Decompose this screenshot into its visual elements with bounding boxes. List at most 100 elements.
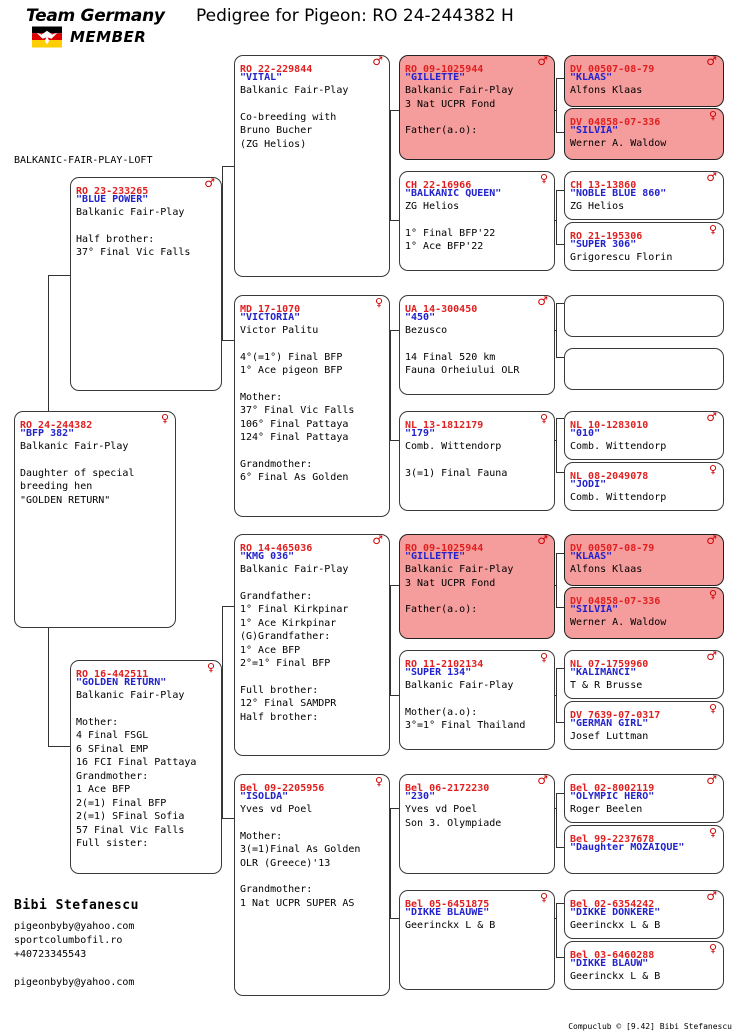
male-symbol-icon: ♂ [706, 650, 717, 663]
connector [222, 166, 234, 167]
card-header: Bel 03-6460288 ♀ [565, 942, 723, 961]
detail-line: 1 Nat UCPR SUPER AS [240, 897, 355, 909]
pedigree-card-gen4-15[interactable]: Bel 02-6354242 ♂ "DIKKE DONKERE" Geerinckx … [564, 890, 724, 939]
pedigree-card-gen4-14[interactable]: Bel 99-2237678 ♀ "Daughter MOZAIQUE" [564, 825, 724, 874]
male-symbol-icon: ♂ [706, 890, 717, 903]
detail-line: Victor Palitu [240, 325, 319, 336]
detail-line: Son 3. Olympiade [405, 817, 502, 829]
card-header: CH 13-13860 ♂ [565, 172, 723, 191]
connector [556, 903, 564, 904]
male-symbol-icon: ♂ [537, 534, 548, 547]
pedigree-card-gen2-b[interactable]: MD 17-1070 ♀ "VICTORIA" Victor Palitu 4°(=1°… [234, 295, 390, 517]
pedigree-card-gen2-d[interactable]: Bel 09-2205956 ♀ "ISOLDA" Yves vd Poel Mothe… [234, 774, 390, 996]
ring-number: DV 04858-07-336 [570, 596, 661, 607]
female-symbol-icon: ♀ [708, 702, 717, 715]
detail-line: 3 Nat UCPR Fond [405, 577, 496, 589]
card-header: Bel 06-2172230 ♂ [400, 775, 554, 794]
connector [556, 418, 564, 419]
detail-line: 4 Final FSGL [76, 730, 149, 741]
pedigree-card-gen3-7[interactable]: Bel 06-2172230 ♂ "230" Yves vd Poel Son 3. O… [399, 774, 555, 874]
card-details: Geerinckx L & B [400, 919, 554, 933]
card-header: DV 00507-08-79 ♂ [565, 535, 723, 554]
card-details: Alfons Klaas [565, 563, 723, 577]
ring-number: Bel 03-6460288 [570, 950, 655, 961]
pedigree-card-subject[interactable]: RO 24-244382 ♀ "BFP 382" Balkanic Fair-Play… [14, 411, 176, 628]
detail-line: Bezusco [405, 325, 448, 336]
card-details: Balkanic Fair-Play Half brother: 37° Final… [71, 206, 221, 260]
pedigree-card-gen4-3[interactable]: CH 13-13860 ♂ "NOBLE BLUE 860" ZG Helios [564, 171, 724, 220]
card-header: RO 16-442511 ♀ [71, 661, 221, 680]
female-symbol-icon: ♀ [708, 223, 717, 236]
pedigree-card-gen4-9[interactable]: DV 00507-08-79 ♂ "KLAAS" Alfons Klaas [564, 534, 724, 586]
ring-number: NL 08-2049078 [570, 471, 649, 482]
pedigree-card-gen3-3[interactable]: UA 14-300450 ♂ "450" Bezusco 14 Final 520 km… [399, 295, 555, 395]
detail-line: Yves vd Poel [240, 804, 313, 815]
ring-number: Bel 05-6451875 [405, 899, 490, 910]
pedigree-card-gen2-a[interactable]: RO 22-229844 ♂ "VITAL" Balkanic Fair-Play Co… [234, 55, 390, 277]
pedigree-card-gen4-13[interactable]: Bel 02-8002119 ♂ "OLYMPIC HERO" Roger Beele… [564, 774, 724, 823]
connector [390, 110, 391, 220]
detail-line: Half brother: [76, 233, 155, 245]
male-symbol-icon: ♂ [372, 55, 383, 68]
ring-number: Bel 09-2205956 [240, 783, 325, 794]
card-header: RO 24-244382 ♀ [15, 412, 175, 431]
female-symbol-icon: ♀ [374, 296, 383, 309]
pedigree-card-gen4-7[interactable]: NL 10-1283010 ♂ "010" Comb. Wittendorp [564, 411, 724, 460]
pedigree-card-gen4-8[interactable]: NL 08-2049078 ♀ "JODI" Comb. Wittendorp [564, 462, 724, 511]
detail-line: Balkanic Fair-Play [405, 85, 514, 96]
pedigree-card-gen3-2[interactable]: CH 22-16966 ♀ "BALKANIC QUEEN" ZG Helios 1° … [399, 171, 555, 271]
breeder-phone: +40723345543 [14, 949, 87, 960]
card-header: CH 22-16966 ♀ [400, 172, 554, 191]
pedigree-card-gen4-6[interactable] [564, 348, 724, 390]
pedigree-card-gen3-8[interactable]: Bel 05-6451875 ♀ "DIKKE BLAUWE" Geerinckx L… [399, 890, 555, 990]
pedigree-card-gen4-16[interactable]: Bel 03-6460288 ♀ "DIKKE BLAUW" Geerinckx L … [564, 941, 724, 990]
detail-line: 1° Final Kirkpinar [240, 604, 349, 615]
ring-number: NL 07-1759960 [570, 659, 649, 670]
connector [556, 607, 564, 608]
logo-text-team-germany: Team Germany [26, 6, 165, 26]
card-details: Comb. Wittendorp [565, 491, 723, 505]
pedigree-card-gen4-2[interactable]: DV 04858-07-336 ♀ "SILVIA" Werner A. Waldow [564, 108, 724, 160]
connector [556, 303, 557, 357]
pedigree-card-gen2-c[interactable]: RO 14-465036 ♂ "KMG 036" Balkanic Fair-Play… [234, 534, 390, 756]
detail-line: 37° Final Vic Falls [76, 247, 191, 258]
connector [390, 585, 399, 586]
detail-line: Werner A. Waldow [570, 617, 667, 628]
ring-number: RO 09-1025944 [405, 64, 484, 75]
pedigree-card-gen3-5[interactable]: RO 09-1025944 ♂ "GILLETTE" Balkanic Fair-Pl… [399, 534, 555, 639]
female-symbol-icon: ♀ [708, 942, 717, 955]
pedigree-card-gen4-10[interactable]: DV 04858-07-336 ♀ "SILVIA" Werner A. Waldow [564, 587, 724, 639]
ring-number: RO 21-195306 [570, 231, 643, 242]
ring-number: RO 11-2102134 [405, 659, 484, 670]
connector [556, 668, 557, 722]
team-germany-logo: Team Germany MEMBER [8, 4, 178, 50]
ring-number: Bel 06-2172230 [405, 783, 490, 794]
pedigree-card-gen4-1[interactable]: DV 00507-08-79 ♂ "KLAAS" Alfons Klaas [564, 55, 724, 107]
detail-line: Balkanic Fair-Play [20, 441, 129, 452]
breeder-email-secondary[interactable]: pigeonbyby@yahoo.com [14, 976, 214, 990]
pedigree-card-dam[interactable]: RO 16-442511 ♀ "GOLDEN RETURN" Balkanic Fai… [70, 660, 222, 874]
detail-line: ZG Helios [570, 201, 625, 212]
loft-name-label: BALKANIC-FAIR-PLAY-LOFT [14, 155, 153, 166]
female-symbol-icon: ♀ [708, 826, 717, 839]
male-symbol-icon: ♂ [706, 55, 717, 68]
card-header: NL 13-1812179 ♀ [400, 412, 554, 431]
ring-number: RO 14-465036 [240, 543, 313, 554]
breeder-email[interactable]: pigeonbyby@yahoo.com [14, 920, 214, 934]
detail-line: T & R Brusse [570, 680, 643, 691]
pedigree-card-gen4-4[interactable]: RO 21-195306 ♀ "SUPER 306" Grigorescu Flori… [564, 222, 724, 271]
breeder-website[interactable]: sportcolumbofil.ro [14, 934, 214, 948]
pedigree-card-gen3-1[interactable]: RO 09-1025944 ♂ "GILLETTE" Balkanic Fair-Pl… [399, 55, 555, 160]
pedigree-card-gen4-5[interactable] [564, 295, 724, 337]
card-header: Bel 05-6451875 ♀ [400, 891, 554, 910]
card-details: Bezusco 14 Final 520 km Fauna Orheiului OL… [400, 324, 554, 378]
pedigree-card-gen3-4[interactable]: NL 13-1812179 ♀ "179" Comb. Wittendorp 3(=1)… [399, 411, 555, 511]
pedigree-card-sire[interactable]: RO 23-233265 ♂ "BLUE POWER" Balkanic Fair-P… [70, 177, 222, 391]
pedigree-card-gen4-11[interactable]: NL 07-1759960 ♂ "KALIMANCI" T & R Brusse [564, 650, 724, 699]
connector [222, 818, 234, 819]
pedigree-card-gen4-12[interactable]: DV 7639-07-0317 ♀ "GERMAN GIRL" Josef Luttm… [564, 701, 724, 750]
card-details: Comb. Wittendorp 3(=1) Final Fauna [400, 440, 554, 480]
pedigree-card-gen3-6[interactable]: RO 11-2102134 ♀ "SUPER 134" Balkanic Fair-P… [399, 650, 555, 750]
